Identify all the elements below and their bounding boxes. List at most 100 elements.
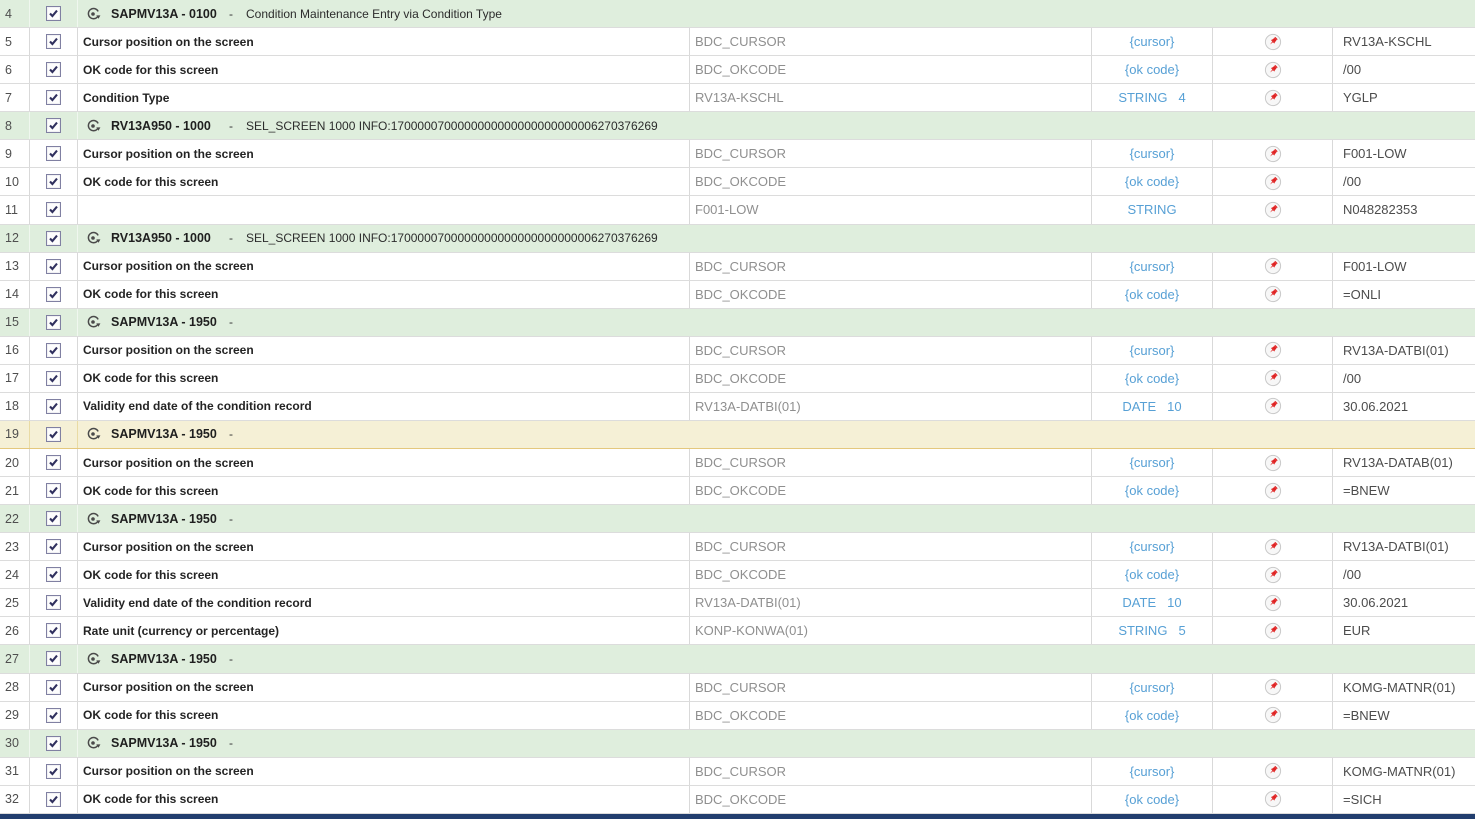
mapping-type-cell[interactable]: {ok code} <box>1092 56 1213 83</box>
mapping-type-cell[interactable]: STRING 4 <box>1092 84 1213 111</box>
row-checkbox[interactable] <box>46 736 61 751</box>
table-row-field[interactable]: 6 OK code for this screen BDC_OKCODE {ok… <box>0 56 1475 84</box>
table-row-screen-header[interactable]: 22 SAPMV13A - 1950 - <box>0 505 1475 533</box>
row-checkbox[interactable] <box>46 174 61 189</box>
row-checkbox[interactable] <box>46 764 61 779</box>
row-checkbox[interactable] <box>46 651 61 666</box>
pushpin-icon[interactable] <box>1264 61 1282 79</box>
mapping-type-cell[interactable]: {cursor} <box>1092 758 1213 785</box>
mapped-value-cell[interactable]: YGLP <box>1333 84 1475 111</box>
mapped-value-cell[interactable]: =SICH <box>1333 786 1475 813</box>
mapped-value-cell[interactable]: KOMG-MATNR(01) <box>1333 758 1475 785</box>
row-checkbox[interactable] <box>46 118 61 133</box>
row-checkbox[interactable] <box>46 231 61 246</box>
mapped-value-cell[interactable]: =ONLI <box>1333 281 1475 308</box>
table-row-field[interactable]: 28 Cursor position on the screen BDC_CUR… <box>0 674 1475 702</box>
row-checkbox[interactable] <box>46 287 61 302</box>
mapped-value-cell[interactable]: =BNEW <box>1333 702 1475 729</box>
pushpin-icon[interactable] <box>1264 341 1282 359</box>
mapping-type-cell[interactable]: {cursor} <box>1092 533 1213 560</box>
mapping-type[interactable]: {ok code} <box>1125 174 1179 189</box>
row-checkbox[interactable] <box>46 595 61 610</box>
mapped-value-cell[interactable]: /00 <box>1333 365 1475 392</box>
mapping-type[interactable]: STRING <box>1118 90 1167 105</box>
table-row-field[interactable]: 32 OK code for this screen BDC_OKCODE {o… <box>0 786 1475 814</box>
row-checkbox[interactable] <box>46 146 61 161</box>
mapping-type-cell[interactable]: {ok code} <box>1092 281 1213 308</box>
mapping-type-cell[interactable]: {ok code} <box>1092 786 1213 813</box>
mapped-value-cell[interactable]: F001-LOW <box>1333 140 1475 167</box>
pushpin-icon[interactable] <box>1264 397 1282 415</box>
pushpin-icon[interactable] <box>1264 369 1282 387</box>
pushpin-icon[interactable] <box>1264 285 1282 303</box>
table-row-field[interactable]: 13 Cursor position on the screen BDC_CUR… <box>0 253 1475 281</box>
table-row-field[interactable]: 10 OK code for this screen BDC_OKCODE {o… <box>0 168 1475 196</box>
mapping-type-cell[interactable]: {ok code} <box>1092 477 1213 504</box>
mapping-type[interactable]: DATE <box>1122 399 1156 414</box>
row-checkbox[interactable] <box>46 511 61 526</box>
mapping-type[interactable]: {ok code} <box>1125 287 1179 302</box>
row-checkbox[interactable] <box>46 90 61 105</box>
row-checkbox[interactable] <box>46 567 61 582</box>
mapping-type[interactable]: {cursor} <box>1130 146 1175 161</box>
row-checkbox[interactable] <box>46 792 61 807</box>
table-row-field[interactable]: 7 Condition Type RV13A-KSCHL STRING 4 <box>0 84 1475 112</box>
table-row-screen-header[interactable]: 4 SAPMV13A - 0100 - Condition Maintenanc… <box>0 0 1475 28</box>
table-row-field[interactable]: 18 Validity end date of the condition re… <box>0 393 1475 421</box>
table-row-field[interactable]: 16 Cursor position on the screen BDC_CUR… <box>0 337 1475 365</box>
pushpin-icon[interactable] <box>1264 538 1282 556</box>
row-checkbox[interactable] <box>46 539 61 554</box>
mapped-value-cell[interactable]: =BNEW <box>1333 477 1475 504</box>
row-checkbox[interactable] <box>46 708 61 723</box>
mapping-type-cell[interactable]: {cursor} <box>1092 28 1213 55</box>
mapped-value-cell[interactable]: EUR <box>1333 617 1475 644</box>
mapping-type-cell[interactable]: {cursor} <box>1092 674 1213 701</box>
mapping-type-cell[interactable]: STRING <box>1092 196 1213 223</box>
row-checkbox[interactable] <box>46 34 61 49</box>
row-checkbox[interactable] <box>46 623 61 638</box>
pushpin-icon[interactable] <box>1264 622 1282 640</box>
pushpin-icon[interactable] <box>1264 201 1282 219</box>
mapping-type[interactable]: {ok code} <box>1125 792 1179 807</box>
pushpin-icon[interactable] <box>1264 482 1282 500</box>
table-row-screen-header[interactable]: 30 SAPMV13A - 1950 - <box>0 730 1475 758</box>
pushpin-icon[interactable] <box>1264 594 1282 612</box>
row-checkbox[interactable] <box>46 399 61 414</box>
mapped-value-cell[interactable]: /00 <box>1333 168 1475 195</box>
mapped-value-cell[interactable]: 30.06.2021 <box>1333 589 1475 616</box>
mapped-value-cell[interactable]: F001-LOW <box>1333 253 1475 280</box>
mapped-value-cell[interactable]: N048282353 <box>1333 196 1475 223</box>
pushpin-icon[interactable] <box>1264 454 1282 472</box>
mapping-type-cell[interactable]: DATE 10 <box>1092 393 1213 420</box>
mapped-value-cell[interactable]: RV13A-DATBI(01) <box>1333 533 1475 560</box>
mapped-value-cell[interactable]: /00 <box>1333 56 1475 83</box>
row-checkbox[interactable] <box>46 371 61 386</box>
mapping-type[interactable]: {ok code} <box>1125 483 1179 498</box>
table-row-field[interactable]: 23 Cursor position on the screen BDC_CUR… <box>0 533 1475 561</box>
row-checkbox[interactable] <box>46 202 61 217</box>
table-row-screen-header[interactable]: 8 RV13A950 - 1000 - SEL_SCREEN 1000 INFO… <box>0 112 1475 140</box>
pushpin-icon[interactable] <box>1264 33 1282 51</box>
mapping-type[interactable]: {ok code} <box>1125 62 1179 77</box>
mapping-type[interactable]: {cursor} <box>1130 680 1175 695</box>
table-row-field[interactable]: 5 Cursor position on the screen BDC_CURS… <box>0 28 1475 56</box>
pushpin-icon[interactable] <box>1264 173 1282 191</box>
mapping-type[interactable]: {cursor} <box>1130 34 1175 49</box>
table-row-field[interactable]: 24 OK code for this screen BDC_OKCODE {o… <box>0 561 1475 589</box>
mapping-type-cell[interactable]: {cursor} <box>1092 337 1213 364</box>
mapping-type-cell[interactable]: STRING 5 <box>1092 617 1213 644</box>
mapping-type[interactable]: STRING <box>1118 623 1167 638</box>
table-row-screen-header[interactable]: 27 SAPMV13A - 1950 - <box>0 645 1475 673</box>
mapping-type[interactable]: {cursor} <box>1130 259 1175 274</box>
row-checkbox[interactable] <box>46 455 61 470</box>
mapping-type-cell[interactable]: {cursor} <box>1092 449 1213 476</box>
mapping-type-cell[interactable]: {ok code} <box>1092 561 1213 588</box>
pushpin-icon[interactable] <box>1264 678 1282 696</box>
mapping-type[interactable]: {ok code} <box>1125 371 1179 386</box>
row-checkbox[interactable] <box>46 62 61 77</box>
row-checkbox[interactable] <box>46 259 61 274</box>
row-checkbox[interactable] <box>46 427 61 442</box>
mapped-value-cell[interactable]: KOMG-MATNR(01) <box>1333 674 1475 701</box>
mapping-type-cell[interactable]: DATE 10 <box>1092 589 1213 616</box>
pushpin-icon[interactable] <box>1264 762 1282 780</box>
